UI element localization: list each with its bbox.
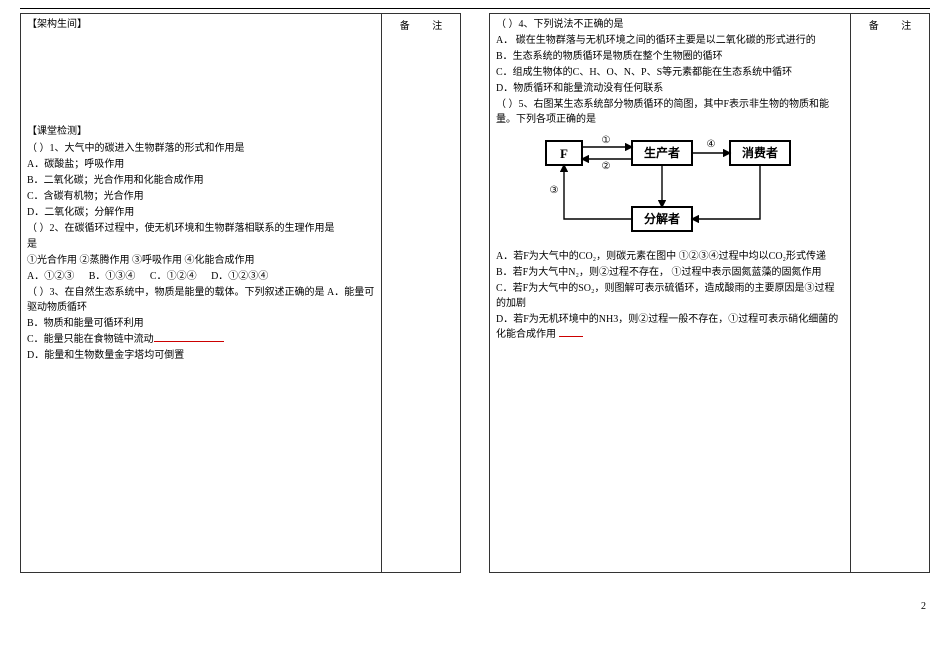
- q2-c: C．①②④: [150, 271, 197, 282]
- diagram-l4: ④: [707, 139, 716, 150]
- left-notes: 备 注: [382, 14, 460, 572]
- q5-a: A．若F为大气中的CO₂，则碳元素在图中 ①②③④过程中均以CO₂形式传递: [496, 249, 844, 264]
- q1-stem: （ ）1、大气中的碳进入生物群落的形式和作用是: [27, 141, 375, 156]
- diagram-f: F: [560, 146, 568, 161]
- diagram-l2: ②: [602, 161, 611, 172]
- q1-b: B．二氧化碳；光合作用和化能合成作用: [27, 173, 375, 188]
- left-column: 【架构生间】 【课堂检测】 （ ）1、大气中的碳进入生物群落的形式和作用是 A．…: [20, 13, 461, 573]
- spacer: [27, 34, 375, 124]
- page-number: 2: [921, 601, 926, 612]
- diagram-producer: 生产者: [644, 145, 680, 160]
- q2-opts: ①光合作用 ②蒸腾作用 ③呼吸作用 ④化能合成作用: [27, 253, 375, 268]
- q2-choices: A．①②③ B．①③④ C．①②④ D．①②③④: [27, 269, 375, 284]
- q1-d: D．二氧化碳；分解作用: [27, 205, 375, 220]
- q1-c: C．含碳有机物；光合作用: [27, 189, 375, 204]
- underline-mark: [154, 341, 224, 342]
- q2-d: D．①②③④: [211, 271, 268, 282]
- section-head-1: 【架构生间】: [27, 17, 375, 32]
- q1-a: A．碳酸盐；呼吸作用: [27, 157, 375, 172]
- top-rule: [20, 8, 930, 9]
- q4-c: C．组成生物体的C、H、O、N、P、S等元素都能在生态系统中循环: [496, 65, 844, 80]
- underline-mark-2: [559, 336, 583, 337]
- q3-c: C．能量只能在食物链中流动: [27, 332, 375, 347]
- right-notes: 备 注: [851, 14, 929, 572]
- cycle-diagram: F 生产者 消费者 分解者 ①: [540, 133, 800, 243]
- q3-c-text: C．能量只能在食物链中流动: [27, 334, 154, 345]
- page-columns: 【架构生间】 【课堂检测】 （ ）1、大气中的碳进入生物群落的形式和作用是 A．…: [20, 13, 930, 573]
- q4-stem: （ ）4、下列说法不正确的是: [496, 17, 844, 32]
- diagram-consumer: 消费者: [742, 145, 778, 160]
- section-head-2: 【课堂检测】: [27, 124, 375, 139]
- diagram-l1: ①: [602, 135, 611, 146]
- q5-b: B．若F为大气中N₂，则②过程不存在， ①过程中表示固氮蓝藻的固氮作用: [496, 265, 844, 280]
- q3-d: D．能量和生物数量金字塔均可倒置: [27, 348, 375, 363]
- q5-intro: （ ）5、右图某生态系统部分物质循环的简图，其中F表示非生物的物质和能量。下列各…: [496, 97, 844, 127]
- q2-b: B．①③④: [89, 271, 136, 282]
- q3-b: B．物质和能量可循环利用: [27, 316, 375, 331]
- q2-a: A．①②③: [27, 271, 74, 282]
- q5-c: C．若F为大气中的SO₂，则图解可表示硫循环，造成酸雨的主要原因是③过程的加剧: [496, 281, 844, 311]
- left-main: 【架构生间】 【课堂检测】 （ ）1、大气中的碳进入生物群落的形式和作用是 A．…: [21, 14, 382, 572]
- q4-a: A． 碳在生物群落与无机环境之间的循环主要是以二氧化碳的形式进行的: [496, 33, 844, 48]
- q5-d: D．若F为无机环境中的NH3，则②过程一般不存在，①过程可表示硝化细菌的化能合成…: [496, 312, 844, 342]
- q3-stem: （ ）3、在自然生态系统中，物质是能量的载体。下列叙述正确的是 A．能量可驱动物…: [27, 285, 375, 315]
- q4-d: D．物质循环和能量流动没有任何联系: [496, 81, 844, 96]
- q2-stem: （ ）2、在碳循环过程中，使无机环境和生物群落相联系的生理作用是: [27, 221, 375, 236]
- q4-b: B．生态系统的物质循环是物质在整个生物圈的循环: [496, 49, 844, 64]
- q5-d-text: D．若F为无机环境中的NH3，则②过程一般不存在，①过程可表示硝化细菌的化能合成…: [496, 314, 838, 340]
- right-column: （ ）4、下列说法不正确的是 A． 碳在生物群落与无机环境之间的循环主要是以二氧…: [489, 13, 930, 573]
- notes-label-left: 备 注: [388, 17, 454, 32]
- q2-stem-tail: 是: [27, 237, 375, 252]
- diagram-decomposer: 分解者: [644, 211, 680, 226]
- right-main: （ ）4、下列说法不正确的是 A． 碳在生物群落与无机环境之间的循环主要是以二氧…: [490, 14, 851, 572]
- diagram-l3: ③: [550, 185, 559, 196]
- notes-label-right: 备 注: [857, 17, 923, 32]
